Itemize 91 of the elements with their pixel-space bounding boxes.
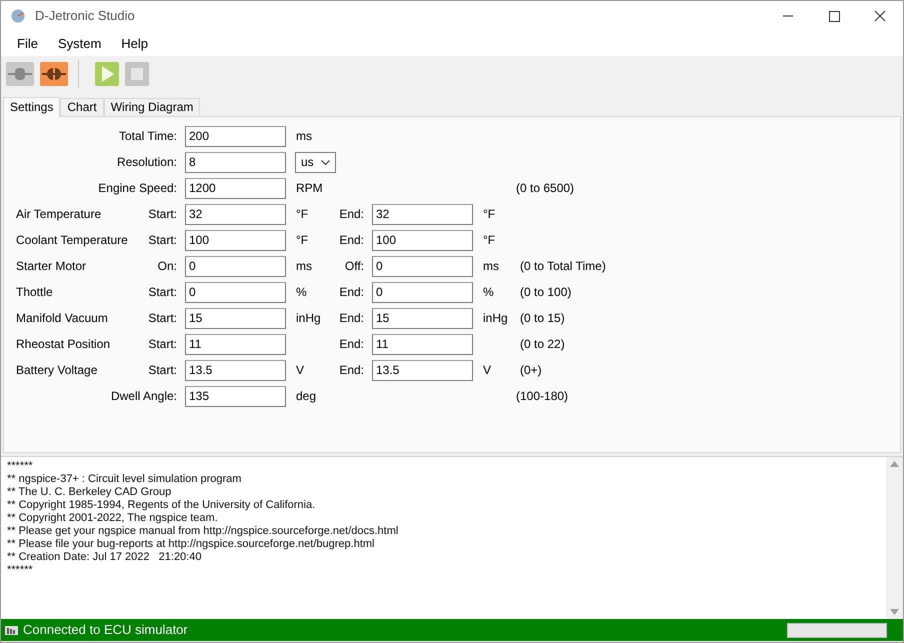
- input-field[interactable]: 0: [372, 256, 473, 276]
- field-label: Resolution:: [116, 154, 177, 171]
- field-label: Start:: [148, 311, 177, 325]
- field-label: Battery Voltage: [16, 363, 98, 377]
- log-line: ** Copyright 1985-1994, Regents of the University of California.: [7, 499, 316, 512]
- input-field[interactable]: 200: [185, 126, 286, 146]
- range-hint: (0 to 100): [520, 284, 572, 301]
- status-text: Connected to ECU simulator: [23, 621, 188, 640]
- input-field[interactable]: 135: [185, 386, 286, 406]
- input-field[interactable]: 100: [185, 230, 286, 250]
- input-field[interactable]: 0: [372, 282, 473, 302]
- range-hint: (0 to 6500): [516, 180, 574, 197]
- range-hint: (0+): [520, 362, 542, 379]
- field-label: Start:: [148, 337, 177, 351]
- chevron-down-icon: [321, 160, 330, 164]
- status-icon: [5, 626, 18, 634]
- range-hint: (0 to 22): [520, 336, 565, 353]
- scroll-up-icon[interactable]: [890, 461, 899, 467]
- input-field[interactable]: 13.5: [185, 360, 286, 380]
- input-field[interactable]: 15: [372, 308, 473, 328]
- log-line: ******: [7, 460, 34, 473]
- input-field[interactable]: 1200: [185, 178, 286, 198]
- play-icon[interactable]: [95, 62, 119, 86]
- input-field[interactable]: 32: [185, 204, 286, 224]
- unit-label: °F: [483, 207, 496, 221]
- input-field[interactable]: 11: [372, 334, 473, 354]
- range-hint: (0 to 15): [520, 310, 565, 327]
- input-field[interactable]: 15: [185, 308, 286, 328]
- log-line: ** Please get your ngspice manual from http://ngspice.sourceforge.net/docs.html: [7, 525, 400, 538]
- unit-label: ms: [483, 259, 499, 273]
- field-label: Manifold Vacuum: [16, 311, 108, 325]
- unit-label: %: [483, 285, 494, 299]
- window-title: D-Jetronic Studio: [35, 7, 135, 26]
- field-label: End:: [339, 311, 364, 325]
- log-line: ** Copyright 2001-2022, The ngspice team.: [7, 512, 219, 525]
- input-field[interactable]: 100: [372, 230, 473, 250]
- unit-label: V: [296, 363, 304, 377]
- range-hint: (100-180): [516, 388, 568, 405]
- menu-item[interactable]: File: [7, 34, 48, 54]
- range-hint: (0 to Total Time): [520, 258, 606, 275]
- unit-label: °F: [296, 207, 308, 221]
- unit-label: deg: [296, 389, 316, 403]
- field-label: Rheostat Position: [16, 337, 110, 351]
- input-field[interactable]: 8: [185, 152, 286, 172]
- menu-item[interactable]: Help: [111, 34, 158, 54]
- field-label: End:: [339, 233, 364, 247]
- log-line: ******: [7, 564, 34, 577]
- field-label: Coolant Temperature: [16, 233, 128, 247]
- log-line: ** ngspice-37+ : Circuit level simulation program: [7, 473, 242, 486]
- input-field[interactable]: 0: [185, 256, 286, 276]
- tab[interactable]: Chart: [60, 98, 104, 116]
- tab[interactable]: Settings: [3, 97, 60, 117]
- field-label: End:: [339, 337, 364, 351]
- log-line: ** Please file your bug-reports at http://ngspice.sourceforge.net/bugrep.html: [7, 538, 376, 551]
- log-line: ** The U. C. Berkeley CAD Group: [7, 486, 172, 499]
- scrollbar[interactable]: [886, 457, 903, 619]
- unit-label: ms: [296, 259, 312, 273]
- field-label: Starter Motor: [16, 259, 86, 273]
- input-field[interactable]: 11: [185, 334, 286, 354]
- field-label: Start:: [148, 207, 177, 221]
- field-label: End:: [339, 285, 364, 299]
- menu-item[interactable]: System: [48, 34, 112, 54]
- app-icon: [11, 9, 25, 23]
- field-label: Start:: [148, 363, 177, 377]
- field-label: Engine Speed:: [98, 180, 177, 197]
- unplug-icon[interactable]: [40, 62, 68, 86]
- unit-label: inHg: [296, 311, 321, 325]
- field-label: Dwell Angle:: [110, 388, 177, 405]
- field-label: Total Time:: [118, 128, 177, 145]
- input-field[interactable]: 0: [185, 282, 286, 302]
- field-label: Start:: [148, 233, 177, 247]
- field-label: Air Temperature: [16, 207, 102, 221]
- scroll-down-icon[interactable]: [890, 609, 899, 615]
- unit-label: RPM: [296, 181, 323, 195]
- unit-label: ms: [296, 129, 312, 143]
- field-label: Start:: [148, 285, 177, 299]
- unit-label: %: [296, 285, 307, 299]
- unit-label: inHg: [483, 311, 508, 325]
- dropdown[interactable]: us: [295, 152, 336, 172]
- field-label: Thottle: [16, 285, 53, 299]
- unit-label: °F: [296, 233, 308, 247]
- input-field[interactable]: 13.5: [372, 360, 473, 380]
- unit-label: °F: [483, 233, 496, 247]
- unit-label: V: [483, 363, 492, 377]
- field-label: End:: [339, 207, 364, 221]
- field-label: Off:: [344, 259, 364, 273]
- log-line: ** Creation Date: Jul 17 2022 21:20:40: [7, 551, 202, 564]
- tab[interactable]: Wiring Diagram: [104, 98, 200, 116]
- field-label: End:: [339, 363, 364, 377]
- input-field[interactable]: 32: [372, 204, 473, 224]
- field-label: On:: [158, 259, 177, 273]
